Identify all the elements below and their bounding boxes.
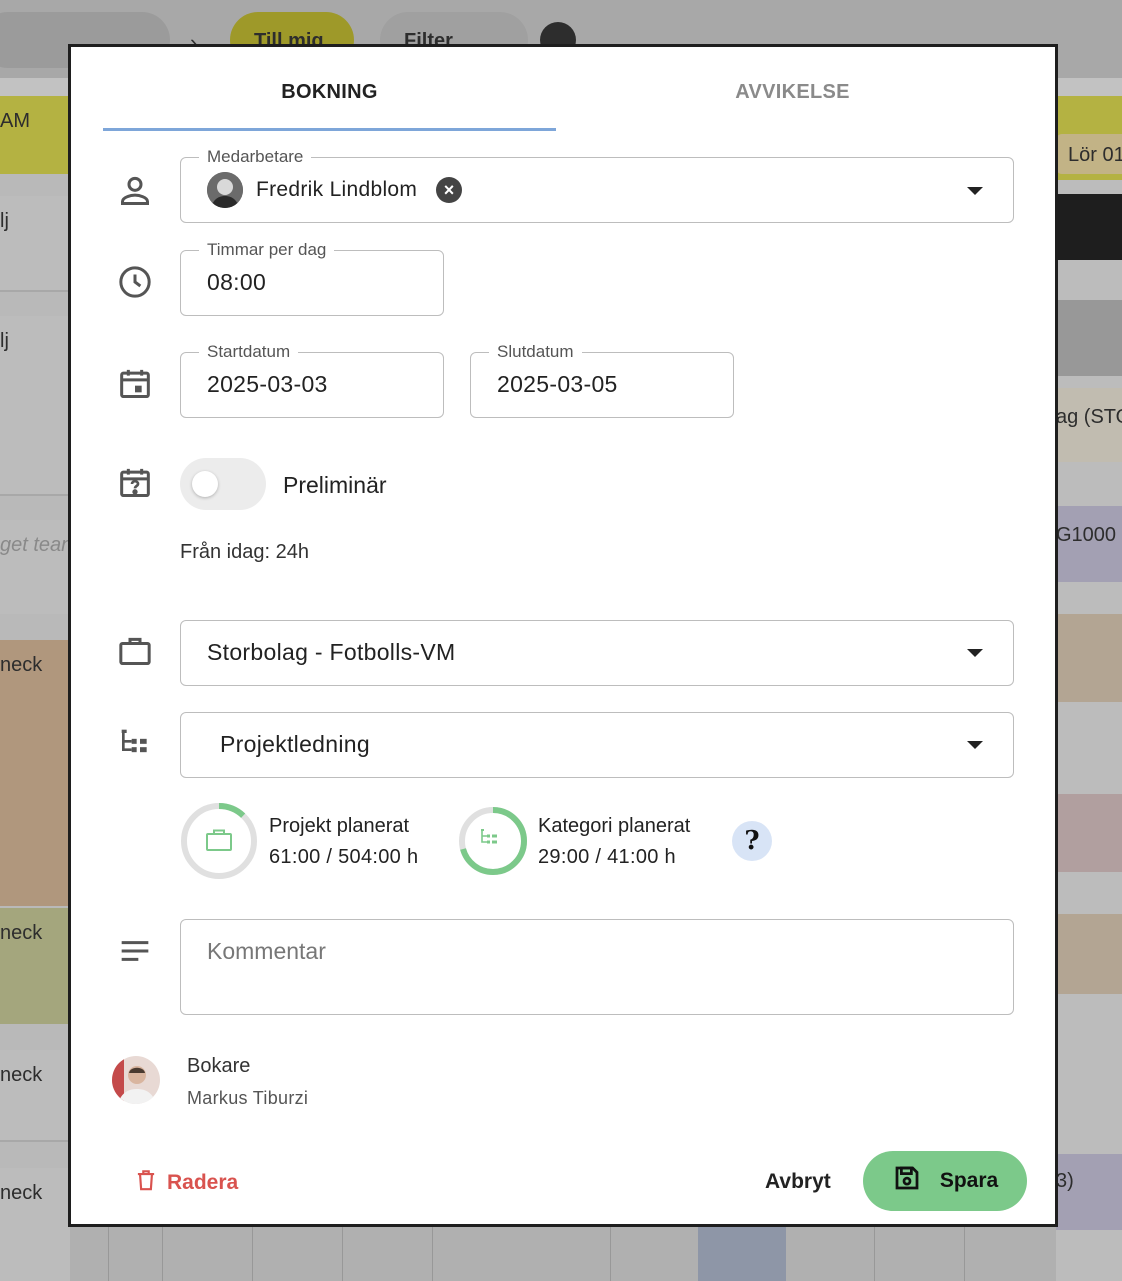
calendar-icon [115, 364, 155, 404]
calendar-question-icon [115, 463, 155, 503]
clock-icon [115, 262, 155, 302]
tab-avvikelse[interactable]: AVVIKELSE [566, 47, 1019, 133]
toggle-knob [192, 471, 218, 497]
notes-icon [115, 931, 155, 971]
category-tree-icon [481, 829, 497, 844]
end-date-legend: Slutdatum [489, 342, 582, 362]
employee-avatar [207, 172, 243, 208]
hours-value: 08:00 [207, 269, 267, 295]
employee-select[interactable]: Medarbetare Fredrik Lindblom × [180, 147, 1014, 223]
employee-legend: Medarbetare [199, 147, 312, 167]
employee-value: Fredrik Lindblom [256, 178, 418, 201]
chevron-down-icon[interactable] [967, 187, 983, 195]
project-select[interactable]: Storbolag - Fotbolls-VM [180, 620, 1014, 686]
category-progress-ring [458, 806, 528, 876]
from-today-text: Från idag: 24h [180, 541, 309, 563]
delete-label: Radera [167, 1171, 239, 1194]
project-planned-value: 61:00 / 504:00 h [269, 846, 419, 868]
dialog-tabs: BOKNING AVVIKELSE [103, 47, 1029, 133]
tab-bokning[interactable]: BOKNING [103, 47, 556, 133]
tab-active-indicator [103, 128, 556, 131]
category-tree-icon [115, 723, 155, 763]
booker-name: Markus Tiburzi [187, 1088, 309, 1108]
close-circle-icon[interactable]: × [436, 177, 462, 203]
save-label: Spara [939, 1169, 999, 1192]
preliminary-toggle[interactable] [180, 458, 266, 510]
help-icon[interactable]: ? [732, 821, 772, 861]
hours-per-day-field[interactable]: Timmar per dag 08:00 [180, 240, 444, 316]
briefcase-icon [206, 829, 232, 851]
booker-label: Bokare [187, 1055, 251, 1077]
briefcase-icon [115, 631, 155, 671]
start-date-legend: Startdatum [199, 342, 299, 362]
end-date-value: 2025-03-05 [497, 371, 618, 397]
start-date-field[interactable]: Startdatum 2025-03-03 [180, 342, 444, 418]
delete-button[interactable]: Radera [133, 1163, 238, 1203]
end-date-field[interactable]: Slutdatum 2025-03-05 [470, 342, 734, 418]
comment-input[interactable]: Kommentar [180, 919, 1014, 1015]
booking-dialog: BOKNING AVVIKELSE Medarbetare Fredrik Li… [68, 44, 1058, 1227]
trash-icon [133, 1167, 159, 1199]
chevron-down-icon[interactable] [967, 741, 983, 749]
chevron-down-icon[interactable] [967, 649, 983, 657]
project-value: Storbolag - Fotbolls-VM [207, 639, 456, 665]
floppy-disk-icon [892, 1163, 922, 1199]
category-planned-title: Kategori planerat [538, 815, 691, 837]
category-planned-value: 29:00 / 41:00 h [538, 846, 676, 868]
comment-placeholder: Kommentar [207, 938, 326, 964]
preliminary-label: Preliminär [283, 472, 387, 498]
person-icon [115, 171, 155, 211]
project-planned-title: Projekt planerat [269, 815, 410, 837]
start-date-value: 2025-03-03 [207, 371, 328, 397]
hours-legend: Timmar per dag [199, 240, 335, 260]
category-value: Projektledning [220, 731, 370, 757]
booker-avatar [112, 1056, 160, 1104]
category-select[interactable]: Projektledning [180, 712, 1014, 778]
cancel-button[interactable]: Avbryt [765, 1170, 831, 1194]
save-button[interactable]: Spara [863, 1151, 1027, 1211]
project-progress-ring [180, 802, 258, 880]
